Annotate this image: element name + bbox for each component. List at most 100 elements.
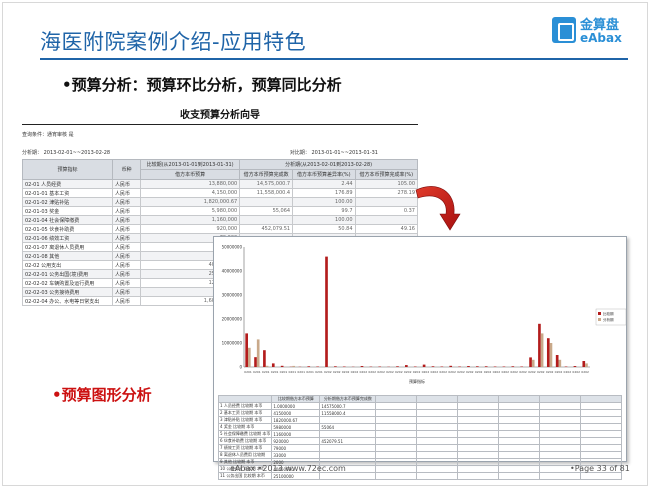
table-cell: 3 津贴补贴 比较期 本币 [217,416,273,424]
table-cell [457,451,500,459]
bar-compare [511,366,515,367]
row-value: 50.84 [292,224,356,234]
y-tick-label: 50000000 [222,245,243,250]
table-cell [580,416,622,424]
table-cell: 33000 [271,451,321,459]
bar-compare [582,361,586,367]
table-cell: 5 社会保障缴费 比较期 本币 [217,430,273,438]
table-cell: 79000 [271,444,321,452]
row-value: 100.00 [292,215,356,225]
x-tick-label: 0201 [306,370,314,374]
table-cell [375,416,418,424]
x-tick-label: 0202 [475,370,483,374]
table-cell [498,437,541,445]
bar-compare [573,366,577,367]
table-cell: 5980000 [271,423,321,431]
x-tick-label: 0201 [262,370,270,374]
table-cell [416,430,459,438]
row-value: 55,064 [239,206,294,216]
bar-analysis [531,359,535,367]
x-tick-label: 0202 [564,370,572,374]
y-tick-label: 0 [239,365,242,370]
table-cell [416,437,459,445]
subcol-diff-rate: 借方本币预算差异率(%) [292,169,356,180]
ct-head-empty [416,395,459,403]
table-cell: 1820000.67 [271,416,321,424]
table-cell: 55064 [319,423,377,431]
table-cell [416,465,459,473]
row-indicator: 02-01-03 奖金 [22,206,113,216]
ct-head-1: 比较期借方本币预算 [271,395,321,403]
table-cell: 11 公务出国 比较期 本币 [217,472,273,480]
table-cell [580,444,622,452]
table-row: 02-01 人员经费 人民币 13,880,000 14,575,000.7 2.44 1… [22,179,418,189]
x-axis-label: 预算指标 [409,378,425,384]
table-cell [319,416,377,424]
row-value: 452,079.51 [239,224,294,234]
row-value: 5,980,000 [139,206,241,216]
row-indicator: 02-01-07 离退休人员费用 [22,242,113,252]
table-cell [457,423,500,431]
x-tick-label: 0202 [386,370,394,374]
page-number: •Page 33 of 81 [570,464,630,473]
x-tick-label: 0201 [253,370,261,374]
bar-analysis [265,365,269,367]
table-row: 02-01-04 社会保障缴费 人民币 1,160,000 100.00 [22,215,418,225]
x-tick-label: 0202 [528,370,536,374]
x-tick-label: 0201 [244,370,252,374]
title-rule [40,58,628,60]
bar-compare [405,365,408,367]
x-tick-label: 0202 [448,370,456,374]
row-value: 176.89 [292,188,356,198]
bar-compare [254,357,257,367]
row-value: 14,575,000.7 [239,179,294,189]
table-cell [457,416,500,424]
table-cell [498,423,541,431]
table-cell [539,416,582,424]
x-tick-label: 0202 [466,370,474,374]
row-currency: 人民币 [112,269,141,279]
y-tick-label: 10000000 [222,341,243,346]
eabax-logo: 金算盘 eAbax [552,14,632,50]
table-cell [457,444,500,452]
x-tick-label: 0202 [519,370,527,374]
table-cell [580,451,622,459]
table-cell: 452079.51 [319,437,377,445]
bar-compare [546,338,550,367]
table-cell [498,472,541,480]
slide: 海医附院案例介绍-应用特色 金算盘 eAbax •预算分析：预算环比分析，预算同… [0,0,650,488]
x-tick-label: 0202 [351,370,359,374]
table-cell [375,423,418,431]
y-tick-label: 40000000 [222,269,243,274]
table-cell: 1.0000000 [271,402,321,410]
legend-swatch-compare [598,312,601,315]
row-value [239,197,294,207]
row-indicator: 02-01-02 津贴补贴 [22,197,113,207]
period-analysis: 分析期： 2013-02-01~~2013-02-28 [22,150,111,156]
x-tick-label: 0202 [324,370,332,374]
row-currency: 人民币 [112,296,141,306]
table-cell [457,437,500,445]
bar-analysis [540,333,544,367]
x-tick-label: 0202 [368,370,376,374]
table-cell [498,430,541,438]
subcol-budget: 借方本币预算 [139,169,241,180]
table-cell [498,444,541,452]
col-indicator: 预算指标 [22,159,113,180]
row-indicator: 02-01-01 基本工资 [22,188,113,198]
table-cell [498,402,541,410]
table-cell [375,444,418,452]
table-cell [375,437,418,445]
row-indicator: 02-01-04 社会保障缴费 [22,215,113,225]
col-compare-period: 比较期(从2013-01-01到2013-01-31) [139,159,241,170]
x-tick-label: 0201 [297,370,305,374]
row-currency: 人民币 [112,179,141,189]
row-value: 2.44 [292,179,356,189]
table-cell [375,465,418,473]
table-cell: 2 基本工资 比较期 本币 [217,409,273,417]
table-cell [580,423,622,431]
table-cell [580,437,622,445]
row-indicator: 02-02-04 办公、水电等日常支出 [22,296,113,306]
budget-bar-chart: 50000000 40000000 30000000 20000000 10000000… [222,245,627,384]
ct-head-0 [217,395,273,403]
